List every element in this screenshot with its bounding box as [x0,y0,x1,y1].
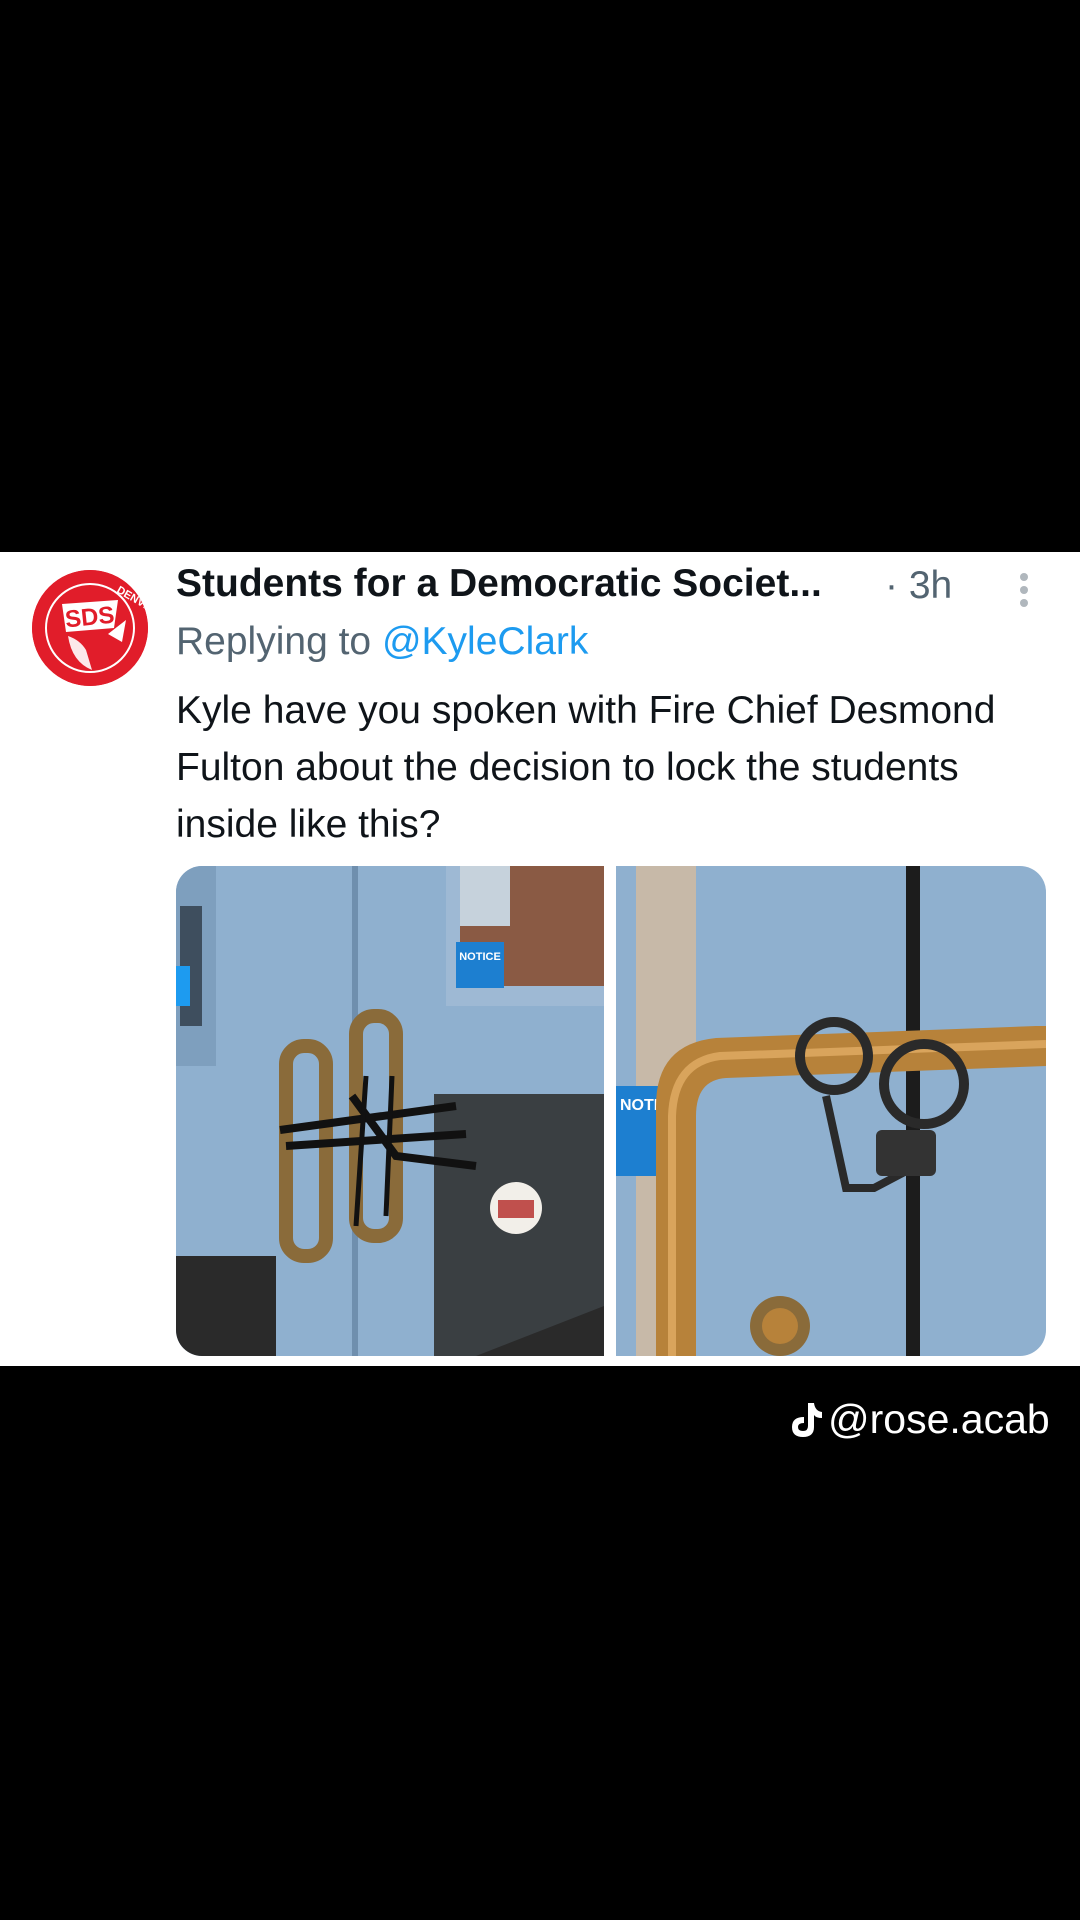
author-name[interactable]: Students for a Democratic Societ... [176,562,876,606]
door-handles-handcuffed-photo[interactable]: NOTICE [616,866,1046,1356]
media-grid: NOTICE NOTICE [176,866,1046,1356]
sds-logo-icon: SDS DENVER [32,570,148,686]
tiktok-watermark: @rose.acab [788,1396,1050,1443]
door-handles-zip-tied-photo[interactable]: NOTICE [176,866,604,1356]
svg-text:SDS: SDS [64,602,116,634]
replying-to: Replying to @KyleClark [176,620,588,664]
tiktok-icon [792,1402,822,1437]
replying-prefix: Replying to [176,620,382,663]
watermark-handle: @rose.acab [828,1396,1050,1442]
more-options-icon[interactable] [1012,568,1036,618]
tweet-text: Kyle have you spoken with Fire Chief Des… [176,689,996,846]
avatar[interactable]: SDS DENVER [32,570,148,686]
reply-handle-link[interactable]: @KyleClark [382,620,588,663]
tweet-card[interactable]: SDS DENVER Students for a Democratic Soc… [0,552,1080,1366]
svg-text:NOTICE: NOTICE [459,951,501,963]
timestamp[interactable]: · 3h [885,564,952,608]
